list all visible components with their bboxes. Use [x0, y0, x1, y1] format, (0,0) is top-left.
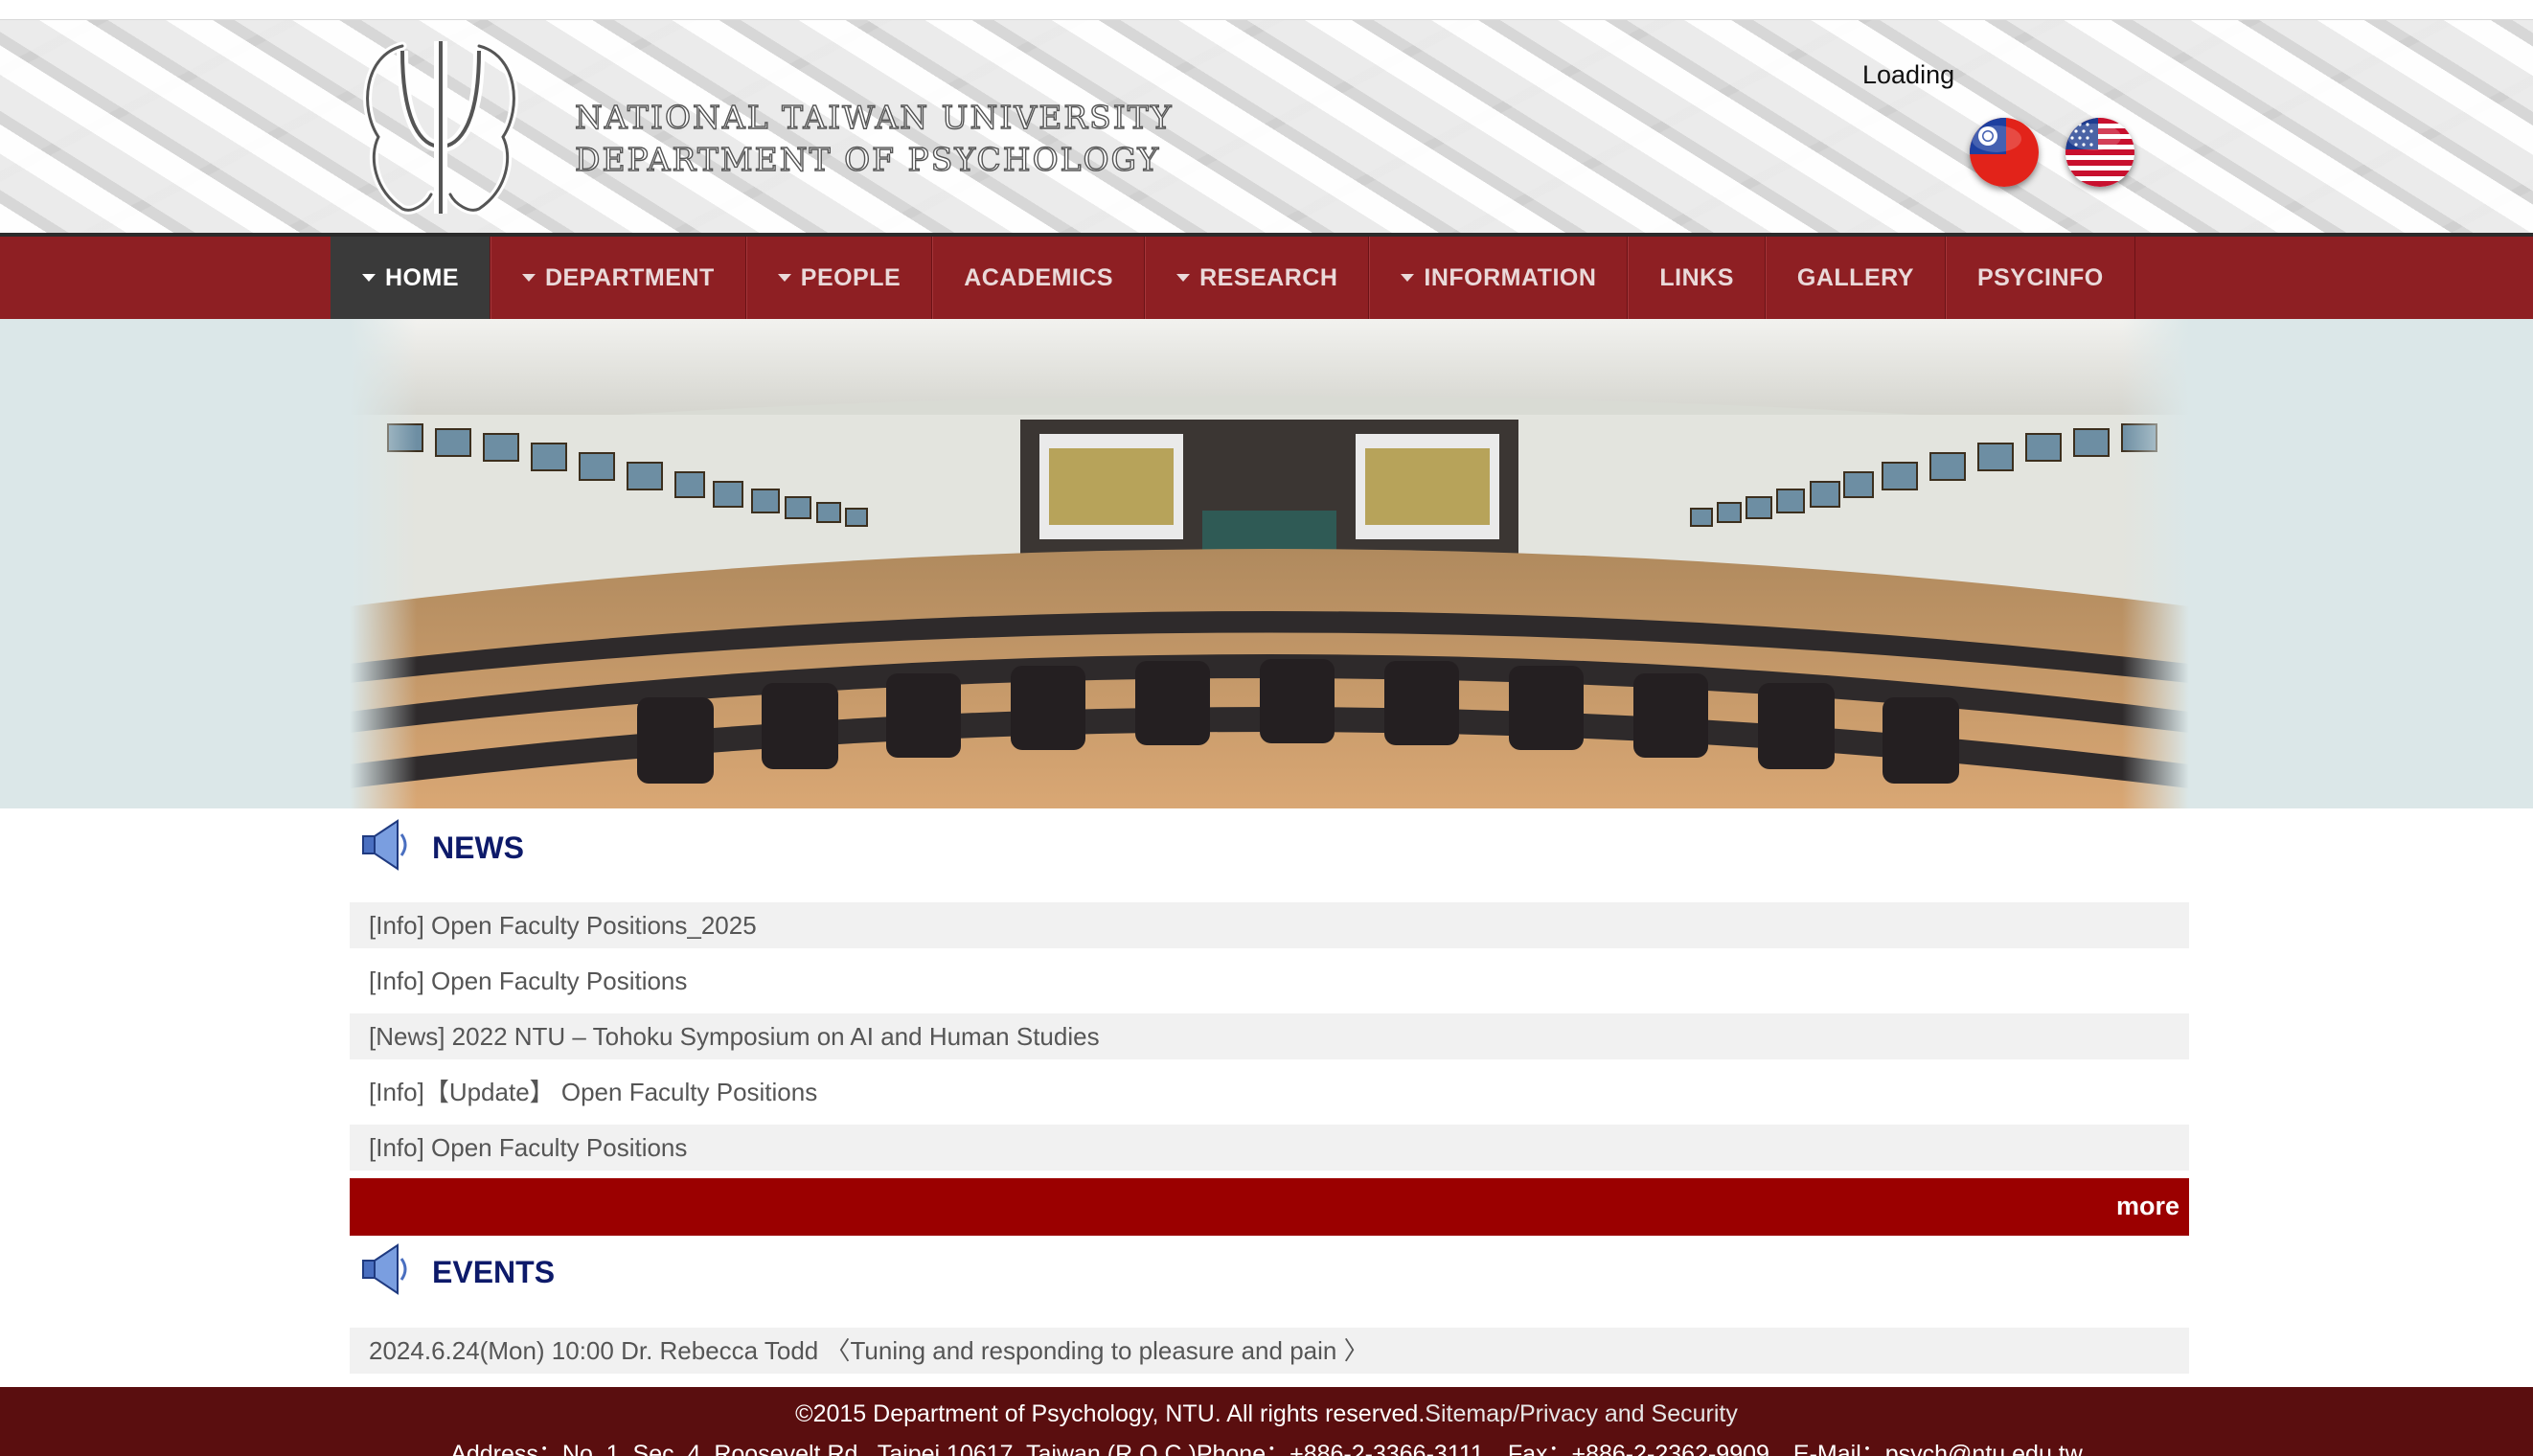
taiwan-flag-icon[interactable]	[1970, 118, 2039, 187]
news-title: NEWS	[432, 830, 524, 865]
caret-down-icon	[1176, 274, 1191, 282]
caret-down-icon	[362, 274, 376, 282]
nav-item-people[interactable]: PEOPLE	[745, 237, 933, 319]
nav-item-academics[interactable]: ACADEMICS	[932, 237, 1146, 319]
event-item[interactable]: 2024.6.24(Mon) 10:00 Dr. Rebecca Todd 〈T…	[350, 1328, 2189, 1374]
nav-label: DEPARTMENT	[545, 263, 715, 291]
nav-item-department[interactable]: DEPARTMENT	[491, 237, 746, 319]
lecture-hall-photo	[350, 319, 2189, 808]
caret-down-icon	[522, 274, 536, 282]
sitemap-link[interactable]: Sitemap/Privacy and Security	[1425, 1400, 1738, 1427]
news-item[interactable]: [News] 2022 NTU – Tohoku Symposium on AI…	[350, 1013, 2189, 1059]
footer-copyright-line: ©2015 Department of Psychology, NTU. All…	[0, 1400, 2533, 1428]
nav-label: RESEARCH	[1199, 263, 1338, 291]
nav-label: ACADEMICS	[964, 263, 1114, 291]
events-section-header: EVENTS	[350, 1234, 2189, 1310]
footer-contact: Address：No. 1, Sec. 4, Roosevelt Rd., Ta…	[450, 1441, 2083, 1456]
main-navigation: HOME DEPARTMENT PEOPLE ACADEMICS RESEARC…	[0, 233, 2533, 319]
nav-label: HOME	[385, 263, 459, 291]
nav-item-links[interactable]: LINKS	[1628, 237, 1766, 319]
nav-item-research[interactable]: RESEARCH	[1145, 237, 1370, 319]
news-list: [Info] Open Faculty Positions_2025 [Info…	[350, 902, 2189, 1180]
nav-menu: HOME DEPARTMENT PEOPLE ACADEMICS RESEARC…	[331, 237, 2135, 319]
caret-down-icon	[777, 274, 791, 282]
speaker-icon	[362, 819, 407, 871]
copyright-text: ©2015 Department of Psychology, NTU. All…	[795, 1400, 1426, 1427]
nav-item-home[interactable]: HOME	[331, 237, 491, 319]
logo-line-department: DEPARTMENT OF PSYCHOLOGY	[574, 140, 1161, 178]
psychology-logo-icon[interactable]	[335, 32, 546, 223]
news-more-bar: more	[350, 1178, 2189, 1236]
events-list: 2024.6.24(Mon) 10:00 Dr. Rebecca Todd 〈T…	[350, 1328, 2189, 1383]
caret-down-icon	[1401, 274, 1415, 282]
hero-banner	[0, 319, 2533, 808]
site-name[interactable]: NATIONAL TAIWAN UNIVERSITY DEPARTMENT OF…	[574, 97, 1174, 181]
events-title: EVENTS	[432, 1255, 556, 1289]
news-item[interactable]: [Info]【Update】 Open Faculty Positions	[350, 1069, 2189, 1115]
site-header: NATIONAL TAIWAN UNIVERSITY DEPARTMENT OF…	[0, 20, 2533, 233]
news-item[interactable]: [Info] Open Faculty Positions_2025	[350, 902, 2189, 948]
news-item[interactable]: [Info] Open Faculty Positions	[350, 1125, 2189, 1171]
nav-item-gallery[interactable]: GALLERY	[1765, 237, 1946, 319]
main-content: NEWS [Info] Open Faculty Positions_2025 …	[350, 809, 2189, 1374]
nav-label: PEOPLE	[800, 263, 901, 291]
speaker-icon	[362, 1243, 407, 1295]
news-item[interactable]: [Info] Open Faculty Positions	[350, 958, 2189, 1004]
nav-label: INFORMATION	[1424, 263, 1597, 291]
nav-label: GALLERY	[1796, 263, 1914, 291]
nav-label: PSYCINFO	[1976, 263, 2104, 291]
nav-item-information[interactable]: INFORMATION	[1369, 237, 1629, 319]
logo-line-university: NATIONAL TAIWAN UNIVERSITY	[574, 98, 1174, 136]
site-footer: ©2015 Department of Psychology, NTU. All…	[0, 1387, 2533, 1456]
nav-item-psycinfo[interactable]: PSYCINFO	[1945, 237, 2135, 319]
loading-text: Loading	[1862, 60, 1955, 89]
news-more-link[interactable]: more	[2116, 1192, 2179, 1221]
top-strip	[0, 0, 2533, 20]
nav-label: LINKS	[1659, 263, 1734, 291]
news-section-header: NEWS	[350, 809, 2189, 886]
usa-flag-icon[interactable]	[2065, 118, 2134, 187]
